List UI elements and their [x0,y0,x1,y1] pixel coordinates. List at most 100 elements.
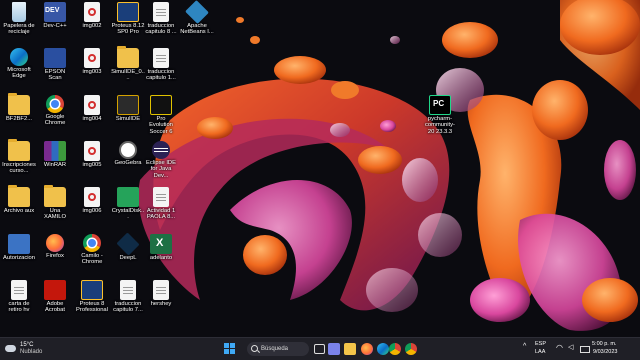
chrome-icon [83,234,101,252]
desktop-icon[interactable]: Apache NetBeans I... [180,0,214,36]
desktop-icon[interactable]: traduccion capitulo 1... [144,48,178,82]
desktop-icon[interactable]: Archivo aux [2,185,36,214]
deepl-icon [116,232,140,256]
desktop-icon[interactable]: Eclipse IDE for Java Dev... [144,141,178,179]
desktop-icon[interactable]: pycharm-community-20 23.3.3 [423,95,457,135]
desktop-icon-label: pycharm-community-20 23.3.3 [425,116,455,135]
desktop-icon[interactable]: adelanto [144,234,178,261]
desktop-icon[interactable]: Proteus 8.12 SP0 Pro [111,2,145,36]
desktop-icon-label: Camilo - Chrome [81,253,103,266]
desktop-icon[interactable]: carta de retiro hv [2,280,36,314]
desktop-icon[interactable]: img002 [75,2,109,29]
desktop-icon[interactable]: Inscripciones curso... [2,139,36,175]
folder-icon [8,139,30,161]
weather-temp: 15°C [20,342,34,348]
desktop-icon[interactable]: Firefox [38,234,72,259]
taskbar: 15°C Nublado Búsqueda ^ ESP LAA ◠ ◁ 5:00… [0,337,640,360]
desktop-icon-label: BF2BF2... [5,116,33,122]
chrome-icon [46,95,64,113]
desktop-icon[interactable]: Dev-C++ [38,2,72,29]
excel-icon [150,234,172,254]
desktop-icon[interactable]: Una XAMILO [38,185,72,221]
folder-icon [8,93,30,115]
firefox-taskbar-button[interactable] [361,343,373,355]
desktop-icon[interactable]: traduccion capitulo 7... [111,280,145,314]
desktop-icon[interactable]: Microsoft Edge [2,48,36,80]
chrome-taskbar-button[interactable] [389,343,401,355]
pes-icon [150,95,172,115]
desktop-icon[interactable]: img003 [75,48,109,75]
desktop-icon[interactable]: Papelera de reciclaje [2,2,36,36]
desktop-icon[interactable]: Camilo - Chrome [75,234,109,266]
cloud-icon [5,345,16,352]
desktop-icon-label: img005 [82,162,102,168]
task-view-button[interactable] [314,344,325,354]
desktop-icon-label: Adobe Acrobat [45,301,65,314]
desktop-icon-label: Dev-C++ [43,23,67,29]
teams-chat-button[interactable] [328,343,340,355]
show-hidden-icons-chevron-icon[interactable]: ^ [523,343,526,350]
edge-icon [10,48,28,66]
desktop-icon[interactable]: img006 [75,187,109,214]
desktop-icon[interactable]: img005 [75,141,109,168]
pdf-file-icon [84,141,100,161]
desktop-icon[interactable]: Pro Evolution Soccer 6 [144,95,178,135]
desktop-icon-label: Inscripciones curso... [2,162,36,175]
devcpp-icon [44,2,66,22]
desktop-icon[interactable]: Google Chrome [38,95,72,127]
document-icon [153,2,169,22]
desktop-icon[interactable]: CrystalDisk... [111,187,145,221]
language-line1: ESP [535,341,547,347]
desktop-icon-label: Eclipse IDE for Java Dev... [146,160,176,179]
desktop-icon[interactable]: GeoGebra [111,141,145,166]
desktop-icon[interactable]: Proteus 8 Professional [75,280,109,314]
desktop-icon-label: DeepL [119,255,137,261]
desktop-icon[interactable]: BF2BF2... [2,93,36,122]
desktop-icon-label: img006 [82,208,102,214]
desktop-icon-label: WinRAR [43,162,67,168]
desktop-icon-label: GeoGebra [114,160,142,166]
clock-time: 5:00 p. m. [592,341,617,347]
firefox-icon [46,234,64,252]
desktop-icon[interactable]: EPSON Scan [38,48,72,82]
wifi-icon[interactable]: ◠ [556,343,563,352]
edge-taskbar-button[interactable] [377,343,389,355]
desktop-icon[interactable]: hershey [144,280,178,307]
desktop-icon[interactable]: WinRAR [38,141,72,168]
desktop-icon[interactable]: DeepL [111,232,145,261]
desktop-icon-label: SimulIDE [115,116,141,122]
document-icon [153,187,169,207]
proteus-icon [81,280,103,300]
desktop-icon[interactable]: SimulIDE [111,95,145,122]
epson-scan-icon [44,48,66,68]
folder-icon [44,185,66,207]
geogebra-icon [119,141,137,159]
weather-widget[interactable]: 15°C Nublado [3,341,63,358]
desktop-icon[interactable]: Autorizacion [2,234,36,261]
language-line2: LAA [535,349,546,355]
file-explorer-button[interactable] [344,343,356,355]
volume-icon[interactable]: ◁ [568,343,573,351]
desktop-icon-label: Papelera de reciclaje [3,23,35,36]
desktop-icon[interactable]: SimulIDE_0.... [111,46,145,82]
folder-icon [117,46,139,68]
battery-icon[interactable] [580,346,590,353]
desktop-icon[interactable]: traduccion capitulo 8 ... [144,2,178,36]
chrome-profile-taskbar-button[interactable] [405,343,417,355]
desktop-icon-label: Actividad 1 PAOLA 8... [146,208,176,221]
desktop-icon-label: img002 [82,23,102,29]
desktop-icon[interactable]: img004 [75,95,109,122]
desktop-icon[interactable]: Actividad 1 PAOLA 8... [144,187,178,221]
simulide-icon [117,95,139,115]
proteus-icon [117,2,139,22]
netbeans-icon [185,0,209,24]
desktop-icon-label: traduccion capitulo 1... [146,69,176,82]
start-button[interactable] [224,343,236,355]
windows-logo-icon [224,343,229,348]
document-icon [153,280,169,300]
desktop-icon[interactable]: Adobe Acrobat [38,280,72,314]
search-label: Búsqueda [261,346,289,352]
taskbar-search-box[interactable]: Búsqueda [247,342,309,356]
desktop-icon-label: carta de retiro hv [8,301,30,314]
desktop-icon-label: Microsoft Edge [7,67,31,80]
